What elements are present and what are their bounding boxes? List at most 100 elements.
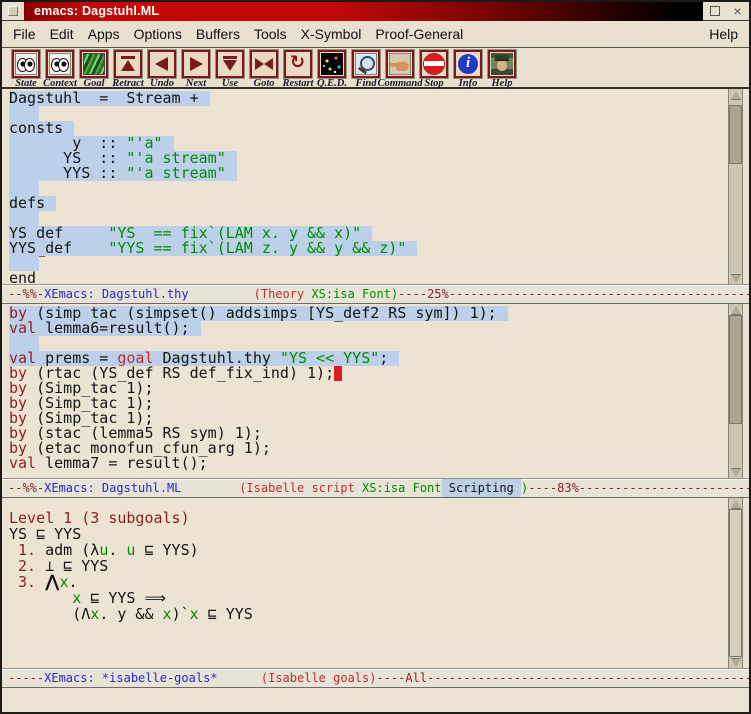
goal-art-icon: [83, 53, 105, 75]
toolbar-icon-box: [148, 50, 176, 78]
toolbar-next-button[interactable]: Next: [179, 50, 213, 89]
theory-buffer-text[interactable]: Dagstuhl = Stream +consts y :: "'a" YS :…: [2, 89, 728, 284]
region-highlight-nub: [199, 91, 210, 106]
scroll-thumb[interactable]: [729, 315, 742, 424]
text-cursor: [334, 366, 342, 381]
scroll-down-arrow-icon[interactable]: [729, 467, 742, 478]
code-line: 2. ⊥ ⊑ YYS: [2, 558, 728, 574]
close-button[interactable]: ×: [730, 4, 745, 19]
menu-bar: FileEditAppsOptionsBuffersToolsX-SymbolP…: [2, 21, 749, 48]
region-highlight-nub: [190, 321, 201, 336]
toolbar-button-label: Help: [492, 78, 513, 89]
code-line: Dagstuhl = Stream +: [2, 91, 728, 106]
toolbar-state-button[interactable]: State: [9, 50, 43, 89]
script-buffer-text[interactable]: by (simp_tac (simpset() addsimps [YS_def…: [2, 304, 728, 478]
code-line: [2, 106, 728, 121]
script-scrollbar[interactable]: [728, 304, 743, 478]
menu-item-help[interactable]: Help: [702, 23, 745, 45]
xemacs-window: emacs: Dagstuhl.ML × FileEditAppsOptions…: [0, 0, 751, 714]
modeline-script[interactable]: --%%-XEmacs: Dagstuhl.ML (Isabelle scrip…: [2, 478, 749, 498]
region-highlight-nub: [226, 151, 237, 166]
toolbar-icon-box: [250, 50, 278, 78]
code-line: defs: [2, 196, 728, 211]
magnifier-icon: [355, 53, 377, 75]
toolbar-goal-button[interactable]: Goal: [77, 50, 111, 89]
toolbar-icon-box: [284, 50, 312, 78]
maximize-button[interactable]: [707, 4, 722, 19]
menu-item-options[interactable]: Options: [127, 23, 189, 45]
modeline-theory[interactable]: --%%-XEmacs: Dagstuhl.thy (Theory XS:isa…: [2, 284, 749, 304]
scroll-thumb[interactable]: [729, 105, 742, 164]
toolbar-button-label: Undo: [150, 78, 174, 89]
scroll-up-arrow-icon[interactable]: [729, 498, 742, 509]
left-triangle-icon: [151, 53, 173, 75]
toolbar-icon-box: [420, 50, 448, 78]
editor-area: Dagstuhl = Stream +consts y :: "'a" YS :…: [2, 89, 749, 712]
goals-buffer-text[interactable]: Level 1 (3 subgoals)YS ⊑ YYS 1. adm (λu.…: [2, 498, 728, 668]
menu-item-x-symbol[interactable]: X-Symbol: [294, 23, 369, 45]
menu-item-file[interactable]: File: [6, 23, 43, 45]
code-line: 1. adm (λu. u ⊑ YYS): [2, 542, 728, 558]
scroll-track[interactable]: [729, 509, 742, 657]
menu-bar-items: FileEditAppsOptionsBuffersToolsX-SymbolP…: [6, 23, 470, 45]
toolbar-button-label: Retract: [112, 78, 144, 89]
maximize-icon: [710, 6, 720, 16]
code-line: val lemma7 = result();: [2, 456, 728, 471]
script-buffer-pane: by (simp_tac (simpset() addsimps [YS_def…: [2, 304, 749, 478]
toolbar-undo-button[interactable]: Undo: [145, 50, 179, 89]
menu-item-edit[interactable]: Edit: [43, 23, 81, 45]
theory-scrollbar[interactable]: [728, 89, 743, 284]
toolbar-icon-box: [488, 50, 516, 78]
scroll-track[interactable]: [729, 100, 742, 273]
toolbar-help-button[interactable]: Help: [485, 50, 519, 89]
menu-item-tools[interactable]: Tools: [247, 23, 294, 45]
code-line: [2, 256, 728, 271]
toolbar-icon-box: [114, 50, 142, 78]
toolbar-info-button[interactable]: Info: [451, 50, 485, 89]
titlebar-drag-area[interactable]: emacs: Dagstuhl.ML: [24, 2, 703, 21]
to-bottom-icon: [219, 53, 241, 75]
region-highlight-nub: [388, 351, 399, 366]
goals-scrollbar[interactable]: [728, 498, 743, 668]
menu-item-apps[interactable]: Apps: [81, 23, 127, 45]
officer-icon: [491, 53, 513, 75]
toolbar-icon-box: [46, 50, 74, 78]
toolbar-icon-box: [182, 50, 210, 78]
code-line: [2, 181, 728, 196]
window-menu-button[interactable]: [8, 6, 18, 16]
menu-item-buffers[interactable]: Buffers: [189, 23, 247, 45]
scroll-track[interactable]: [729, 315, 742, 467]
echo-area[interactable]: [2, 688, 749, 712]
code-line: end: [2, 271, 728, 284]
toolbar-restart-button[interactable]: Restart: [281, 50, 315, 89]
toolbar-stop-button[interactable]: Stop: [417, 50, 451, 89]
right-triangle-icon: [185, 53, 207, 75]
toolbar-qed-button[interactable]: Q.E.D.: [315, 50, 349, 89]
scroll-thumb[interactable]: [729, 509, 742, 657]
toolbar-goto-button[interactable]: Goto: [247, 50, 281, 89]
modeline-goals[interactable]: -----XEmacs: *isabelle-goals* (Isabelle …: [2, 668, 749, 688]
toolbar-button-label: Next: [186, 78, 206, 89]
scroll-down-arrow-icon[interactable]: [729, 273, 742, 284]
toolbar-button-label: Stop: [424, 78, 443, 89]
scroll-down-arrow-icon[interactable]: [729, 657, 742, 668]
toolbar-context-button[interactable]: Context: [43, 50, 77, 89]
toolbar-button-label: Restart: [283, 78, 314, 89]
scroll-up-arrow-icon[interactable]: [729, 304, 742, 315]
toolbar-use-button[interactable]: Use: [213, 50, 247, 89]
code-line: YYS_def "YYS == fix`(LAM z. y && y && z)…: [2, 241, 728, 256]
menu-item-proof-general[interactable]: Proof-General: [368, 23, 470, 45]
code-line: x ⊑ YYS ⟹: [2, 590, 728, 606]
toolbar-icon-box: [318, 50, 346, 78]
toolbar-retract-button[interactable]: Retract: [111, 50, 145, 89]
to-top-icon: [117, 53, 139, 75]
code-line: Level 1 (3 subgoals): [2, 510, 728, 526]
toolbar-button-label: Command: [378, 78, 423, 89]
toolbar-button-label: Context: [43, 78, 77, 89]
scroll-up-arrow-icon[interactable]: [729, 89, 742, 100]
toolbar-button-label: State: [15, 78, 37, 89]
toolbar-icon-box: [454, 50, 482, 78]
toolbar-icon-box: [12, 50, 40, 78]
toolbar-command-button[interactable]: Command: [383, 50, 417, 89]
toolbar-icon-box: [80, 50, 108, 78]
